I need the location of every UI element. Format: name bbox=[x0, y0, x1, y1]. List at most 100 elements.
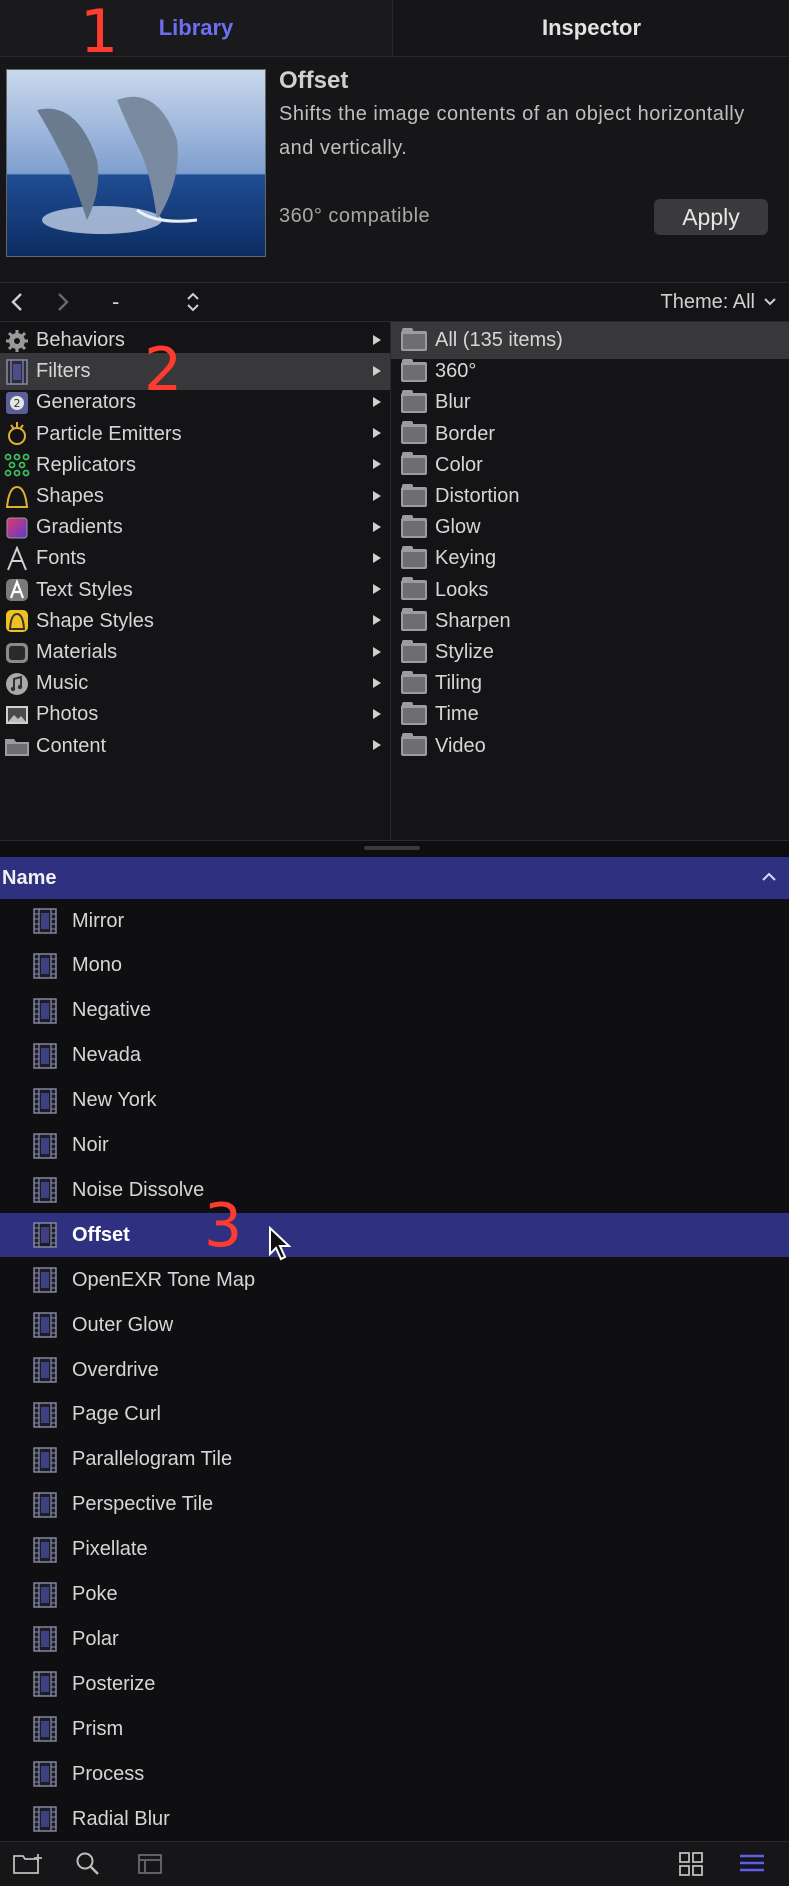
tab-inspector[interactable]: Inspector bbox=[392, 0, 789, 56]
category-item-content[interactable]: Content bbox=[0, 728, 390, 765]
list-item[interactable]: Pixellate bbox=[0, 1528, 789, 1572]
path-dash[interactable]: - bbox=[112, 283, 119, 321]
category-label: Shape Styles bbox=[36, 609, 154, 632]
filter-film-icon bbox=[32, 1581, 58, 1608]
apply-button[interactable]: Apply bbox=[654, 199, 768, 235]
theme-selector[interactable]: Theme: All bbox=[661, 283, 777, 321]
folder-icon bbox=[401, 389, 427, 413]
category-label: Fonts bbox=[36, 547, 87, 570]
list-item-label: Parallelogram Tile bbox=[72, 1448, 233, 1471]
list-item-label: Mirror bbox=[72, 909, 125, 932]
list-item[interactable]: Negative bbox=[0, 989, 789, 1033]
divider-grip[interactable] bbox=[364, 846, 420, 850]
folder-icon bbox=[401, 701, 427, 725]
annotation-marker-2: 2 bbox=[144, 335, 183, 405]
pane-divider[interactable] bbox=[0, 840, 789, 857]
category-label: Materials bbox=[36, 641, 118, 663]
list-item[interactable]: Nevada bbox=[0, 1034, 789, 1078]
list-item-label: Polar bbox=[72, 1627, 119, 1650]
filter-film-icon bbox=[32, 1402, 58, 1428]
category-label: Music bbox=[36, 672, 89, 695]
list-item[interactable]: Noise Dissolve bbox=[0, 1168, 789, 1212]
folder-icon bbox=[4, 733, 30, 759]
chevron-down-icon bbox=[763, 294, 777, 310]
list-item[interactable]: Polar bbox=[0, 1617, 789, 1661]
list-item[interactable]: New York bbox=[0, 1079, 789, 1123]
category-label: Gradients bbox=[36, 516, 123, 539]
preview-panel: Offset Shifts the image contents of an o… bbox=[0, 57, 789, 283]
category-label: Text Styles bbox=[36, 578, 133, 601]
list-item[interactable]: Radial Blur bbox=[0, 1797, 789, 1841]
filter-film-icon bbox=[32, 1671, 58, 1697]
folder-icon bbox=[401, 733, 427, 757]
grid-view-icon[interactable] bbox=[675, 1848, 707, 1880]
name-column-header[interactable]: Name bbox=[0, 857, 789, 899]
list-item-label: Page Curl bbox=[72, 1403, 161, 1426]
list-item[interactable]: Mono bbox=[0, 944, 789, 988]
folder-icon bbox=[401, 327, 427, 351]
disclosure-arrow-icon bbox=[372, 333, 382, 349]
photo-icon bbox=[4, 702, 30, 728]
list-item[interactable]: Offset bbox=[0, 1213, 789, 1258]
list-item[interactable]: Noir bbox=[0, 1124, 789, 1168]
preview-title: Offset bbox=[279, 67, 349, 94]
music-icon bbox=[4, 671, 30, 697]
updown-chevron-icon[interactable] bbox=[186, 283, 202, 321]
list-item-label: Pixellate bbox=[72, 1538, 148, 1561]
list-item[interactable]: Prism bbox=[0, 1707, 789, 1751]
filter-list: Mirror Mono Negative Nevada New York Noir Nois… bbox=[0, 899, 789, 1841]
annotation-marker-3: 3 bbox=[204, 1191, 243, 1261]
forward-arrow-icon[interactable] bbox=[56, 283, 76, 321]
folder-icon bbox=[401, 421, 427, 445]
tab-library[interactable]: Library bbox=[0, 0, 392, 56]
subfolder-label: Color bbox=[435, 453, 483, 476]
list-item[interactable]: Overdrive bbox=[0, 1348, 789, 1392]
list-item[interactable]: Page Curl bbox=[0, 1393, 789, 1437]
disclosure-arrow-icon bbox=[372, 395, 382, 411]
material-icon bbox=[4, 640, 30, 666]
theme-label: Theme: All bbox=[660, 290, 755, 313]
filter-film-icon bbox=[32, 1536, 58, 1563]
disclosure-arrow-icon bbox=[372, 489, 382, 505]
folder-icon bbox=[401, 452, 427, 476]
list-item[interactable]: Parallelogram Tile bbox=[0, 1438, 789, 1482]
filter-film-icon bbox=[32, 1491, 58, 1518]
list-item[interactable]: Perspective Tile bbox=[0, 1483, 789, 1527]
list-item[interactable]: Poke bbox=[0, 1573, 789, 1617]
list-item[interactable]: Outer Glow bbox=[0, 1303, 789, 1347]
shape-style-icon bbox=[4, 608, 30, 634]
filter-film-icon bbox=[32, 1087, 58, 1114]
subfolder-label: Distortion bbox=[435, 485, 520, 507]
disclosure-arrow-icon bbox=[372, 364, 382, 380]
filter-film-icon bbox=[32, 1626, 58, 1653]
preview-toggle-icon[interactable] bbox=[134, 1848, 166, 1880]
back-arrow-icon[interactable] bbox=[10, 283, 30, 321]
list-item[interactable]: Process bbox=[0, 1752, 789, 1796]
folder-icon bbox=[401, 514, 427, 538]
browser-nav-bar: - Theme: All bbox=[0, 283, 789, 322]
disclosure-arrow-icon bbox=[372, 520, 382, 536]
subfolder-label: Looks bbox=[435, 578, 489, 601]
list-view-icon[interactable] bbox=[736, 1848, 768, 1880]
filter-film-icon bbox=[32, 908, 58, 934]
film-icon bbox=[4, 358, 30, 385]
subfolder-label: Tiling bbox=[435, 672, 483, 695]
subfolder-item[interactable]: Video bbox=[391, 728, 789, 765]
filter-film-icon bbox=[32, 1761, 58, 1787]
annotation-marker-1: 1 bbox=[80, 0, 119, 67]
disclosure-arrow-icon bbox=[372, 645, 382, 661]
name-header-label: Name bbox=[2, 866, 57, 889]
list-item-label: Noir bbox=[72, 1134, 109, 1156]
list-item[interactable]: Posterize bbox=[0, 1662, 789, 1706]
list-item-label: Process bbox=[72, 1762, 145, 1785]
tab-bar: Library Inspector bbox=[0, 0, 789, 57]
list-item[interactable]: Mirror bbox=[0, 899, 789, 943]
filter-film-icon bbox=[32, 1267, 58, 1293]
filter-film-icon bbox=[32, 998, 58, 1024]
gear-icon bbox=[4, 328, 30, 354]
list-item[interactable]: OpenEXR Tone Map bbox=[0, 1258, 789, 1302]
search-icon[interactable] bbox=[72, 1848, 104, 1880]
folder-icon bbox=[401, 639, 427, 663]
disclosure-arrow-icon bbox=[372, 738, 382, 754]
new-folder-icon[interactable] bbox=[12, 1848, 44, 1880]
